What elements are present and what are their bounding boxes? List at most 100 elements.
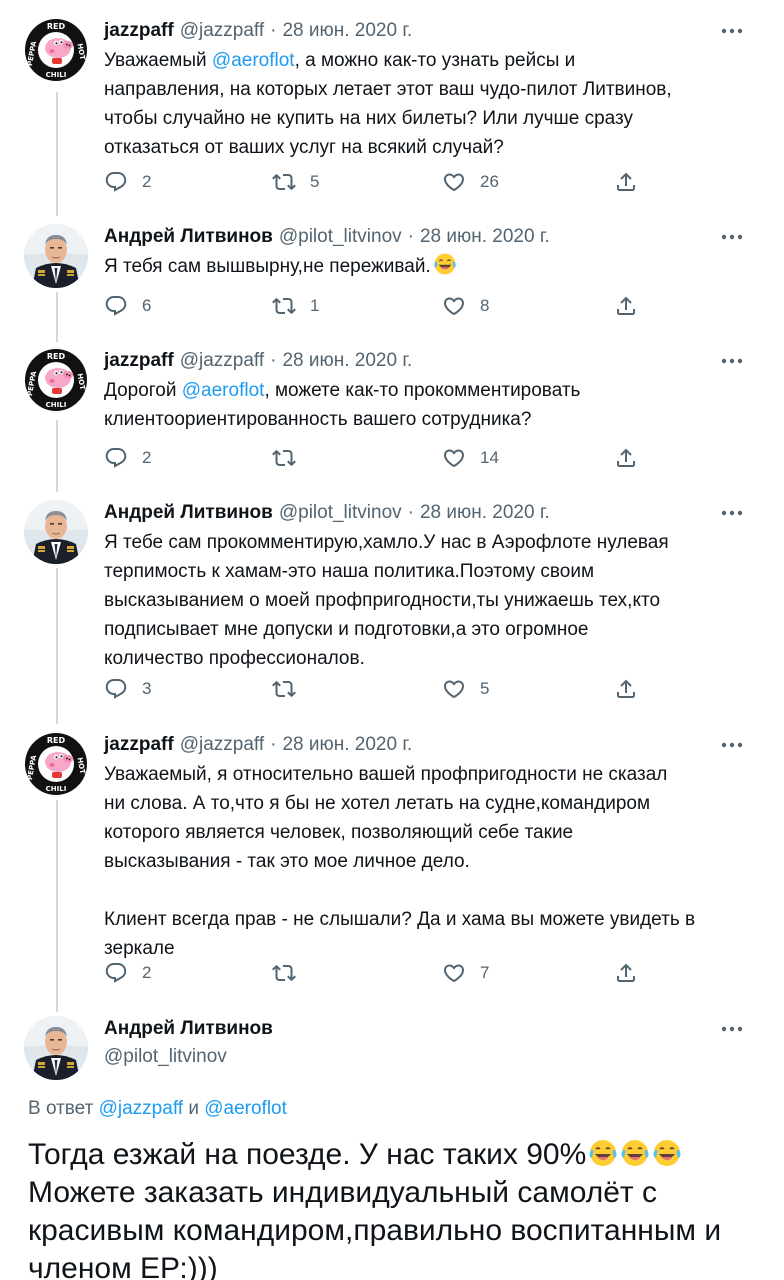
like-button[interactable]: 5	[442, 675, 489, 703]
user-handle[interactable]: @jazzpaff	[180, 20, 264, 42]
more-icon	[721, 1026, 743, 1032]
tweet-date[interactable]: 28 июн. 2020 г.	[282, 734, 412, 756]
user-handle[interactable]: @jazzpaff	[180, 350, 264, 372]
text-line: Тогда езжай на поезде. У нас таких 90%	[28, 1136, 768, 1174]
more-icon	[721, 358, 743, 364]
reply-prefix: В ответ	[28, 1098, 94, 1119]
separator: ·	[407, 226, 414, 247]
retweet-count: 5	[310, 172, 320, 191]
more-options-button[interactable]	[712, 734, 752, 756]
separator: ·	[270, 734, 277, 755]
mention-link[interactable]: @aeroflot	[204, 1098, 287, 1119]
like-count: 7	[480, 963, 490, 982]
display-name[interactable]: jazzpaff	[104, 350, 174, 372]
like-button[interactable]: 8	[442, 292, 489, 320]
avatar[interactable]	[24, 732, 88, 796]
avatar[interactable]	[24, 348, 88, 412]
separator: ·	[270, 350, 277, 371]
avatar[interactable]	[24, 500, 88, 564]
retweet-button[interactable]: 1	[272, 292, 319, 320]
tweet-text: Я тебе сам прокомментирую,хамло.У нас в …	[104, 532, 669, 669]
share-button[interactable]	[614, 292, 638, 320]
display-name[interactable]: jazzpaff	[104, 734, 174, 756]
share-icon	[614, 170, 638, 194]
retweet-icon	[272, 294, 296, 318]
share-icon	[614, 294, 638, 318]
like-button[interactable]: 14	[442, 444, 499, 472]
text-segment: Дорогой	[104, 380, 182, 401]
more-options-button[interactable]	[712, 502, 752, 524]
reply-button[interactable]: 2	[104, 168, 151, 196]
like-button[interactable]: 26	[442, 168, 499, 196]
more-icon	[721, 742, 743, 748]
retweet-button[interactable]: 5	[272, 168, 319, 196]
text-segment: Тогда езжай на поезде. У нас таких 90%	[28, 1138, 587, 1171]
mention-link[interactable]: @jazzpaff	[99, 1098, 183, 1119]
retweet-button[interactable]	[272, 675, 310, 703]
display-name[interactable]: Андрей Литвинов	[104, 502, 273, 524]
tweet-actions: 2 7	[104, 959, 644, 987]
user-handle[interactable]: @pilot_litvinov	[104, 1046, 227, 1068]
display-name[interactable]: jazzpaff	[104, 20, 174, 42]
more-options-button[interactable]	[712, 350, 752, 372]
tweet-actions: 2 5 26	[104, 168, 644, 196]
share-button[interactable]	[614, 675, 638, 703]
reply-button[interactable]: 2	[104, 959, 151, 987]
like-icon	[442, 961, 466, 985]
retweet-button[interactable]	[272, 444, 310, 472]
user-handle[interactable]: @pilot_litvinov	[279, 226, 402, 248]
pilot-portrait-avatar	[24, 1016, 88, 1080]
share-button[interactable]	[614, 168, 638, 196]
more-icon	[721, 28, 743, 34]
more-options-button[interactable]	[712, 20, 752, 42]
share-button[interactable]	[614, 959, 638, 987]
retweet-icon	[272, 961, 296, 985]
thread-line	[56, 292, 58, 342]
share-icon	[614, 446, 638, 470]
reply-button[interactable]: 3	[104, 675, 151, 703]
display-name[interactable]: Андрей Литвинов	[104, 226, 273, 248]
user-handle[interactable]: @pilot_litvinov	[279, 502, 402, 524]
avatar[interactable]	[24, 1016, 88, 1080]
tweet-actions: 2 14	[104, 444, 644, 472]
reply-context: В ответ @jazzpaff и @aeroflot	[28, 1098, 287, 1120]
mention-link[interactable]: @aeroflot	[212, 50, 295, 71]
peppa-red-hot-chili-avatar	[24, 348, 88, 412]
user-handle[interactable]: @jazzpaff	[180, 734, 264, 756]
more-icon	[721, 510, 743, 516]
reply-icon	[104, 170, 128, 194]
tweet-text: Дорогой @aeroflot, можете как-то прокомм…	[104, 376, 754, 434]
more-options-button[interactable]	[712, 1018, 752, 1040]
thread-line	[56, 568, 58, 724]
like-icon	[442, 446, 466, 470]
tweet-date[interactable]: 28 июн. 2020 г.	[420, 226, 550, 248]
like-button[interactable]: 7	[442, 959, 489, 987]
laughing-tears-emoji	[652, 1138, 682, 1168]
retweet-count: 1	[310, 296, 320, 315]
tweet-header: jazzpaff @jazzpaff · 28 июн. 2020 г.	[104, 18, 412, 44]
peppa-red-hot-chili-avatar	[24, 18, 88, 82]
thread-line	[56, 92, 58, 216]
text-segment: Можете заказать индивидуальный самолёт с…	[28, 1176, 722, 1280]
avatar[interactable]	[24, 18, 88, 82]
tweet-date[interactable]: 28 июн. 2020 г.	[282, 350, 412, 372]
like-count: 26	[480, 172, 499, 191]
reply-count: 2	[142, 172, 152, 191]
reply-button[interactable]: 2	[104, 444, 151, 472]
share-button[interactable]	[614, 444, 638, 472]
more-options-button[interactable]	[712, 226, 752, 248]
mention-link[interactable]: @aeroflot	[182, 380, 265, 401]
reply-count: 6	[142, 296, 152, 315]
tweet-text: Я тебя сам вышвырну,не переживай.	[104, 252, 754, 281]
retweet-button[interactable]	[272, 959, 310, 987]
tweet-date[interactable]: 28 июн. 2020 г.	[420, 502, 550, 524]
share-icon	[614, 677, 638, 701]
reply-count: 3	[142, 679, 152, 698]
like-icon	[442, 294, 466, 318]
reply-button[interactable]: 6	[104, 292, 151, 320]
thread-line	[56, 420, 58, 492]
avatar[interactable]	[24, 224, 88, 288]
display-name[interactable]: Андрей Литвинов	[104, 1018, 273, 1040]
tweet-text: Уважаемый @aeroflot, а можно как-то узна…	[104, 46, 754, 162]
tweet-date[interactable]: 28 июн. 2020 г.	[282, 20, 412, 42]
